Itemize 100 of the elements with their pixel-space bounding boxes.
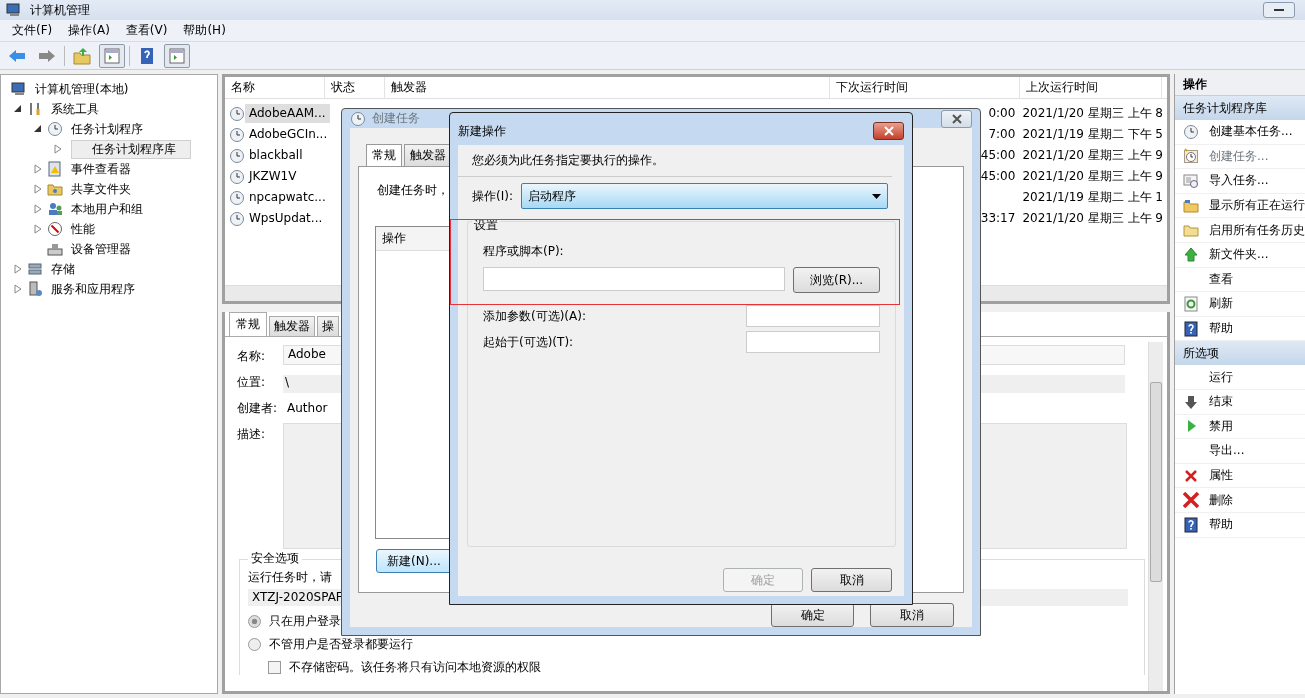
tree-item[interactable]: 存储 [47,259,79,279]
ok-button[interactable]: 确定 [771,603,854,627]
expand-icon[interactable] [33,164,43,174]
task-name[interactable]: AdobeGCIn... [245,125,332,144]
checkbox[interactable] [268,661,281,674]
action-link[interactable]: 运行 [1209,369,1233,385]
start-in-field[interactable] [746,331,880,353]
clock-icon [229,168,245,185]
computer-icon [11,81,27,97]
menu-item[interactable]: 帮助(H) [177,21,232,40]
panel-button[interactable] [99,43,125,68]
log-icon [47,161,63,177]
action-link[interactable]: 查看 [1209,271,1233,287]
action-link[interactable]: 创建基本任务... [1209,124,1293,140]
action-link[interactable]: 结束 [1209,394,1233,410]
column-header[interactable]: 名称 [225,77,325,98]
clock-icon [1183,123,1199,140]
panel-button[interactable] [164,43,190,68]
task-name[interactable]: AdobeAAM... [245,104,330,123]
browse-button[interactable]: 浏览(R)... [793,267,880,293]
action-link[interactable]: 启用所有任务历史 [1209,222,1305,238]
program-field[interactable] [483,267,786,291]
task-name[interactable]: npcapwatc... [245,188,330,207]
clock-icon [229,189,245,206]
delete-icon [1183,492,1199,509]
section-header[interactable]: 任务计划程序库 [1175,96,1305,120]
action-link[interactable]: 帮助 [1209,321,1233,337]
tab[interactable]: 操 [317,316,339,336]
folder-icon [47,181,63,197]
tree-item[interactable]: 设备管理器 [67,239,135,259]
new-button[interactable]: 新建(N)... [376,549,452,573]
column-header[interactable]: 下次运行时间 [830,77,1020,98]
collapse-icon[interactable] [33,124,43,134]
table-cell-text: 2021/1/20 星期三 上午 8 [1021,105,1164,122]
tree-item[interactable]: 任务计划程序库 [71,139,191,159]
folder-icon [1183,222,1199,239]
radio-button[interactable] [248,615,261,628]
action-link[interactable]: 删除 [1209,492,1233,508]
expand-icon[interactable] [33,184,43,194]
tree-item[interactable]: 本地用户和组 [67,199,147,219]
clock-icon [47,121,63,137]
vertical-scrollbar[interactable] [1148,342,1163,691]
collapse-icon[interactable] [13,104,23,114]
option-label: 只在用户登录 [269,614,341,629]
minimize-button[interactable] [1263,2,1295,18]
expand-icon[interactable] [13,264,23,274]
arguments-field[interactable] [746,305,880,327]
tree-item[interactable]: 任务计划程序 [67,119,147,139]
tree-item[interactable]: 共享文件夹 [67,179,135,199]
tree-item[interactable]: 系统工具 [47,99,103,119]
column-header[interactable]: 上次运行时间 [1020,77,1162,98]
action-link[interactable]: 帮助 [1209,517,1233,533]
action-link[interactable]: 刷新 [1209,296,1233,312]
expand-icon[interactable] [33,224,43,234]
action-dropdown[interactable]: 启动程序 [520,183,888,209]
menu-item[interactable]: 文件(F) [6,21,59,40]
dialog-title: 新建操作 [458,123,506,139]
action-link[interactable]: 新文件夹... [1209,247,1269,263]
author-value: Author [286,400,328,416]
task-name[interactable]: JKZW1V [245,167,301,186]
expand-icon[interactable] [53,144,63,154]
cancel-button[interactable]: 取消 [870,603,954,627]
radio-button[interactable] [248,638,261,651]
section-header[interactable]: 所选项 [1175,341,1305,366]
expand-icon[interactable] [13,284,23,294]
menu-item[interactable]: 操作(A) [62,21,116,40]
tree-item[interactable]: 计算机管理(本地) [31,79,133,99]
tree-item[interactable]: 事件查看器 [67,159,135,179]
column-header[interactable]: 状态 [325,77,385,98]
field-label: 起始于(可选)(T): [483,334,574,350]
tree-item[interactable]: 服务和应用程序 [47,279,139,299]
table-cell-text: 7:00 [987,126,1017,143]
tab[interactable]: 触发器 [404,144,452,166]
action-link[interactable]: 属性 [1209,468,1233,483]
action-link[interactable]: 禁用 [1209,418,1233,434]
tree-item[interactable]: 性能 [67,219,99,239]
up-folder-icon [72,45,92,66]
checkbox-label: 不存储密码。该任务将只有访问本地资源的权限 [289,660,541,675]
group-title: 安全选项 [248,551,302,566]
users-icon [47,201,63,217]
table-cell-text: 2021/1/19 星期二 上午 1 [1021,189,1164,206]
cancel-button[interactable]: 取消 [811,568,892,592]
table-cell-text: 2021/1/20 星期三 上午 9 [1021,210,1164,227]
action-link[interactable]: 导入任务... [1209,173,1269,189]
table-cell-text: 33:17 [979,210,1017,227]
tab[interactable]: 常规 [366,144,402,166]
column-header[interactable]: 触发器 [385,77,830,98]
action-link[interactable]: 导出... [1209,443,1245,459]
field-label: 操作(I): [472,188,513,204]
close-button[interactable] [873,122,904,140]
close-icon [1183,467,1199,484]
menu-item[interactable]: 查看(V) [119,21,174,40]
expand-icon[interactable] [33,204,43,214]
task-name[interactable]: blackball [245,146,307,165]
close-button[interactable] [941,109,972,128]
tab[interactable]: 触发器 [269,316,315,336]
table-cell-text: 2021/1/20 星期三 上午 9 [1021,168,1164,185]
task-name[interactable]: WpsUpdat... [245,209,327,228]
action-link[interactable]: 显示所有正在运行 [1209,198,1305,214]
tab[interactable]: 常规 [229,312,267,336]
